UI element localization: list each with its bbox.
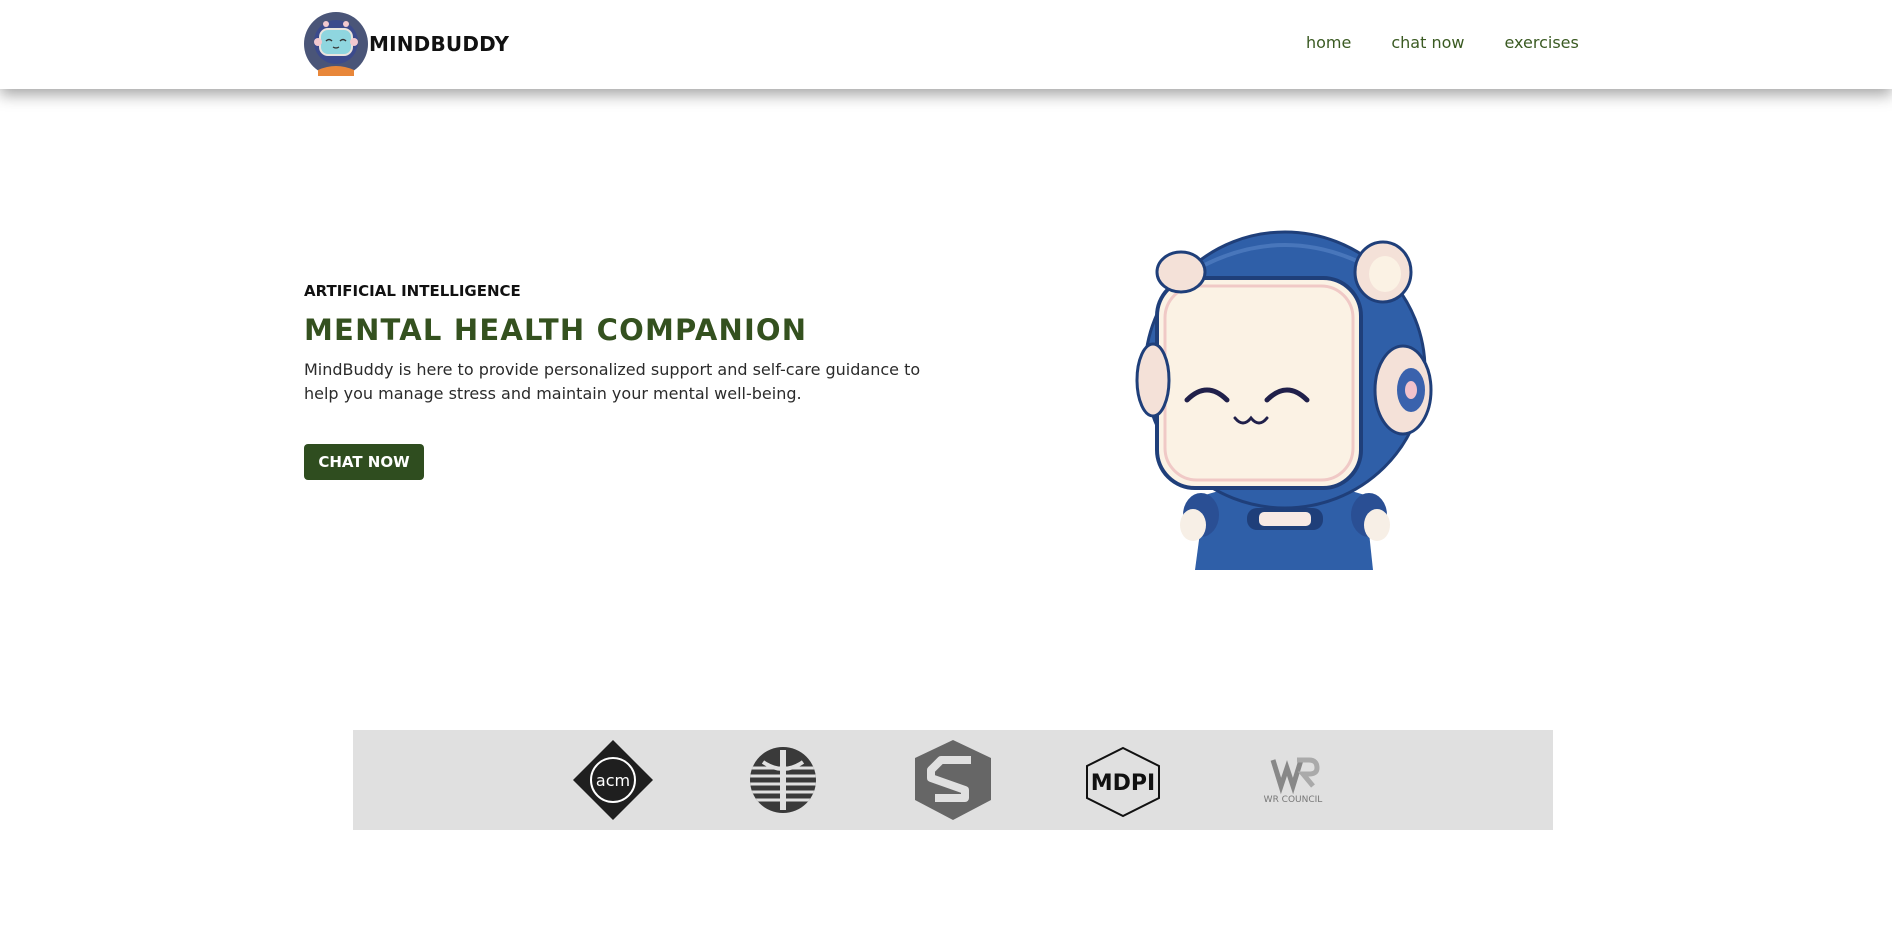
wr-council-logo-icon: WR COUNCIL: [1253, 740, 1333, 820]
brand-name: MINDBUDDY: [369, 32, 510, 56]
brand[interactable]: MINDBUDDY: [304, 12, 509, 76]
mdpi-logo-icon: MDPI: [1083, 740, 1163, 820]
s-hexagon-logo-icon: [913, 740, 993, 820]
hero-description: MindBuddy is here to provide personalize…: [304, 360, 921, 403]
hero-text: ARTIFICIAL INTELLIGENCE MENTAL HEALTH CO…: [304, 282, 964, 406]
striped-circle-logo-icon: [743, 740, 823, 820]
chat-now-button[interactable]: CHAT NOW: [304, 444, 424, 480]
svg-text:MDPI: MDPI: [1091, 771, 1155, 796]
partner-logos-strip: acm MDPI WR COUNCIL: [353, 730, 1553, 830]
hero-eyebrow: ARTIFICIAL INTELLIGENCE: [304, 282, 521, 300]
acm-logo-icon: acm: [573, 740, 653, 820]
top-navbar: MINDBUDDY home chat now exercises: [0, 0, 1892, 89]
nav-link-exercises[interactable]: exercises: [1504, 33, 1578, 52]
nav-link-chat-now[interactable]: chat now: [1391, 33, 1464, 52]
robot-avatar-icon: [304, 12, 368, 76]
svg-text:acm: acm: [596, 771, 630, 790]
main-nav: home chat now exercises: [1306, 33, 1619, 52]
robot-mascot-illustration: [1135, 230, 1435, 570]
hero-headline: MENTAL HEALTH COMPANION: [304, 313, 808, 347]
nav-link-home[interactable]: home: [1306, 33, 1351, 52]
svg-text:WR COUNCIL: WR COUNCIL: [1264, 795, 1323, 805]
